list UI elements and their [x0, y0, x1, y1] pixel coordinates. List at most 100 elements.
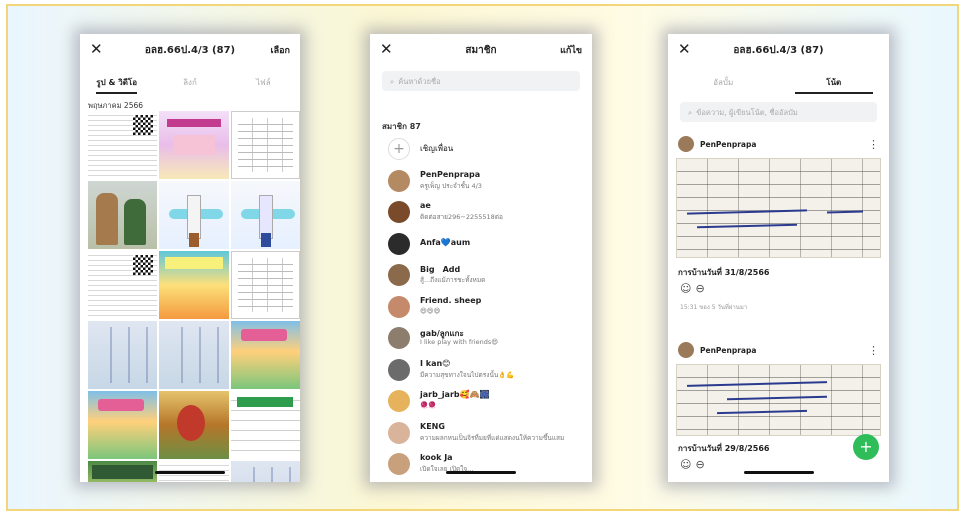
- more-options-icon[interactable]: ⋮: [868, 344, 879, 357]
- member-name: Big Add: [420, 265, 461, 274]
- media-thumbnail[interactable]: [88, 111, 158, 179]
- page-title: อลฮ.66ป.4/3 (87): [144, 45, 236, 56]
- invite-friends-item[interactable]: + เชิญเพื่อน: [382, 134, 586, 166]
- avatar: [388, 201, 410, 223]
- page-title: อลฮ.66ป.4/3 (87): [733, 45, 824, 56]
- avatar: [678, 136, 694, 152]
- phone-notes: ✕ อลฮ.66ป.4/3 (87) อัลบั้ม โน้ต ⌕ ข้อความ…: [668, 34, 889, 482]
- list-item[interactable]: Friend. sheep 😄😄😄: [382, 292, 586, 324]
- members-topbar: ✕ สมาชิก แก้ไข: [370, 34, 592, 68]
- member-name: KENG: [420, 421, 445, 431]
- avatar: [388, 390, 410, 412]
- list-item[interactable]: KENG ความผลกหนเป็นจิรที่มยที่แด่แสดงนให้…: [382, 418, 586, 450]
- qr-code-icon: [133, 115, 154, 135]
- page-title: สมาชิก: [465, 45, 497, 56]
- note-post[interactable]: PenPenprapa ⋮ การบ้านวันที่ 29/8/2566 ☺⊖: [668, 342, 889, 482]
- tab-links[interactable]: ลิงก์: [153, 72, 226, 94]
- media-thumbnail[interactable]: [88, 461, 158, 482]
- member-status: มีความสุขทางใจนไปตรงนั้น👌💪: [420, 370, 515, 379]
- search-placeholder: ข้อความ, ผู้เขียนโน้ต, ชื่ออัลบัม: [696, 108, 798, 117]
- member-status: ติดต่อสาย296−2255518ต่อ: [420, 213, 503, 221]
- member-name: Friend. sheep: [420, 295, 482, 305]
- more-options-icon[interactable]: ⋮: [868, 138, 879, 151]
- notes-search-input[interactable]: ⌕ ข้อความ, ผู้เขียนโน้ต, ชื่ออัลบัม: [680, 102, 877, 122]
- home-indicator: [743, 471, 814, 474]
- member-name: เชิญเพื่อน: [420, 144, 454, 153]
- media-thumbnail[interactable]: [159, 181, 229, 249]
- homework-photo[interactable]: [676, 158, 881, 258]
- notes-tabs: อัลบั้ม โน้ต: [668, 72, 889, 94]
- member-name: jarb_jarb🥰🙈🎆: [420, 390, 490, 399]
- homework-photo[interactable]: [676, 364, 881, 436]
- edit-button[interactable]: แก้ไข: [560, 43, 582, 57]
- note-post[interactable]: PenPenprapa ⋮ การบ้านวันที่ 31/8/2566 ☺⊖: [668, 136, 889, 296]
- phone-gallery: ✕ อลฮ.66ป.4/3 (87) เลือก รูป & วิดีโอ ลิ…: [80, 34, 300, 482]
- list-item[interactable]: I kan😊 มีความสุขทางใจนไปตรงนั้น👌💪: [382, 355, 586, 387]
- select-button[interactable]: เลือก: [271, 43, 290, 57]
- media-thumbnail[interactable]: [159, 111, 229, 179]
- media-thumbnail[interactable]: [88, 181, 158, 249]
- qr-code-icon: [133, 255, 154, 275]
- search-icon: ⌕: [390, 77, 395, 86]
- member-status: ความผลกหนเป็นจิรที่มยที่แด่แสดงนให้ความข…: [420, 433, 565, 442]
- media-thumbnail[interactable]: [230, 251, 300, 319]
- home-indicator: [446, 471, 516, 474]
- post-timestamp: 15:31 ของ 5 วันที่ผ่านมา: [680, 304, 748, 311]
- home-indicator: [155, 471, 225, 474]
- avatar: [388, 169, 410, 192]
- avatar: [388, 232, 410, 255]
- avatar: [388, 421, 410, 444]
- media-grid: [88, 111, 300, 482]
- member-search-input[interactable]: ⌕ ค้นหาด้วยชื่อ: [382, 71, 580, 91]
- media-thumbnail[interactable]: [159, 391, 229, 459]
- list-item[interactable]: Big Add สู้...ถึงแม้ภารชะทั้งหมด: [382, 260, 586, 292]
- member-status: I like play with friends😄: [420, 338, 499, 346]
- list-item[interactable]: kook Ja เปิดใจเลย เปิดใจ...: [382, 449, 586, 481]
- member-list: + เชิญเพื่อน PenPenprapa ครูเพ็ญ ประจำชั…: [382, 134, 586, 481]
- member-name: PenPenprapa: [420, 169, 481, 179]
- media-thumbnail[interactable]: [88, 321, 158, 389]
- search-placeholder: ค้นหาด้วยชื่อ: [398, 77, 441, 86]
- media-thumbnail[interactable]: [230, 461, 300, 482]
- member-status: สู้...ถึงแม้ภารชะทั้งหมด: [420, 276, 486, 284]
- list-item[interactable]: jarb_jarb🥰🙈🎆 🧶🧶: [382, 386, 586, 418]
- media-thumbnail[interactable]: [230, 321, 300, 389]
- reaction-icons[interactable]: ☺⊖: [680, 282, 709, 295]
- search-icon: ⌕: [688, 108, 693, 117]
- media-thumbnail[interactable]: [88, 391, 158, 459]
- list-item[interactable]: gab/ลูกแกะ I like play with friends😄: [382, 323, 586, 355]
- list-item[interactable]: Anfa💙aum: [382, 229, 586, 261]
- media-thumbnail[interactable]: [159, 251, 229, 319]
- post-author: PenPenprapa: [700, 140, 757, 149]
- avatar: [678, 342, 694, 358]
- add-note-button[interactable]: +: [853, 434, 879, 460]
- reaction-icons[interactable]: ☺⊖: [680, 458, 709, 471]
- media-thumbnail[interactable]: [88, 251, 158, 319]
- avatar: [388, 453, 410, 475]
- media-thumbnail[interactable]: [230, 391, 300, 459]
- member-name: kook Ja: [420, 453, 453, 462]
- list-item[interactable]: ae ติดต่อสาย296−2255518ต่อ: [382, 197, 586, 229]
- post-caption: การบ้านวันที่ 29/8/2566: [678, 444, 770, 453]
- post-author: PenPenprapa: [700, 346, 757, 355]
- media-thumbnail[interactable]: [159, 321, 229, 389]
- members-count: สมาชิก 87: [382, 122, 421, 131]
- tab-files[interactable]: ไฟล์: [227, 72, 300, 94]
- member-status: 😄😄😄: [420, 306, 441, 315]
- avatar: [388, 327, 410, 349]
- tab-albums[interactable]: อัลบั้ม: [668, 72, 779, 94]
- member-name: ae: [420, 201, 431, 210]
- tab-photos-videos[interactable]: รูป & วิดีโอ: [80, 72, 153, 94]
- media-thumbnail[interactable]: [230, 111, 300, 179]
- tab-notes[interactable]: โน้ต: [779, 72, 890, 94]
- gallery-tabs: รูป & วิดีโอ ลิงก์ ไฟล์: [80, 72, 300, 94]
- member-status: ครูเพ็ญ ประจำชั้น 4/3: [420, 181, 482, 190]
- member-status: 🧶🧶: [420, 401, 437, 409]
- member-name: Anfa💙aum: [420, 237, 471, 247]
- post-caption: การบ้านวันที่ 31/8/2566: [678, 268, 770, 277]
- avatar: [388, 264, 410, 286]
- screenshot-frame: ✕ อลฮ.66ป.4/3 (87) เลือก รูป & วิดีโอ ลิ…: [6, 4, 959, 511]
- plus-icon: +: [388, 138, 410, 160]
- list-item[interactable]: PenPenprapa ครูเพ็ญ ประจำชั้น 4/3: [382, 166, 586, 198]
- media-thumbnail[interactable]: [230, 181, 300, 249]
